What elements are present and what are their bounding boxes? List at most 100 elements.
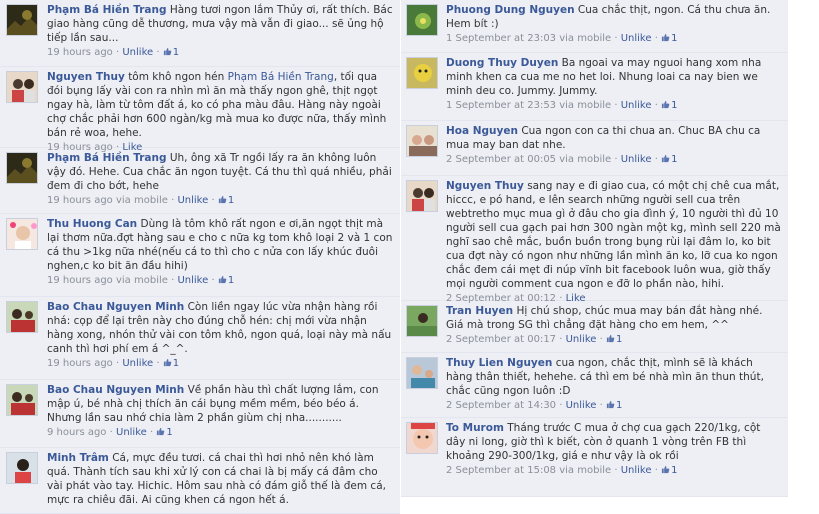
like-unlike-link[interactable]: Unlike (177, 195, 208, 206)
comment-timestamp[interactable]: 9 hours ago (47, 427, 106, 438)
like-unlike-link[interactable]: Unlike (177, 275, 208, 286)
like-unlike-link[interactable]: Unlike (621, 33, 652, 44)
comment-meta: 2 September at 14:30 · Unlike · 1 (446, 400, 623, 411)
comment-item: Thu Huong Can Dùng là tôm khô rất ngon e… (0, 214, 400, 297)
comment-body: Nguyen Thuy sang nay e đi giao cua, có m… (446, 179, 782, 305)
thumbs-up-icon (218, 195, 228, 206)
comment-timestamp[interactable]: 2 September at 14:30 (446, 400, 556, 411)
avatar[interactable] (6, 218, 38, 250)
comment-meta: 19 hours ago via mobile · Unlike · 1 (47, 275, 235, 286)
via-mobile-label: via mobile (115, 275, 168, 286)
comment-author[interactable]: Phạm Bá Hiền Trang (47, 4, 167, 16)
thumbs-up-icon (661, 33, 671, 44)
avatar[interactable] (406, 180, 438, 212)
like-count[interactable]: 1 (671, 100, 677, 111)
comment-body: Thuy Lien Nguyen cua ngon, chắc thịt, mì… (446, 356, 782, 412)
comment-item: To Murom Tháng trước C mua ở chợ cua gạc… (401, 418, 788, 497)
comment-author[interactable]: Bao Chau Nguyen Minh (47, 384, 184, 396)
comment-meta: 2 September at 00:05 via mobile · Unlike… (446, 154, 678, 165)
comment-timestamp[interactable]: 19 hours ago (47, 195, 113, 206)
right-comment-panel: Phuong Dung Nguyen Cua chắc thịt, ngon. … (400, 0, 788, 497)
comment-timestamp[interactable]: 2 September at 00:05 (446, 154, 556, 165)
thumbs-up-icon (606, 400, 616, 411)
comment-author[interactable]: Thu Huong Can (47, 218, 137, 230)
comment-item: Minh Trâm Cá, mực đều tươi. cá chai thì … (0, 448, 400, 514)
comment-author[interactable]: Phuong Dung Nguyen (446, 4, 575, 16)
comment-item: Hoa Nguyen Cua ngon con ca thi chua an. … (401, 121, 788, 176)
like-count[interactable]: 1 (173, 358, 179, 369)
thumbs-up-icon (661, 100, 671, 111)
comment-timestamp[interactable]: 1 September at 23:53 (446, 100, 556, 111)
comment-item: Thuy Lien Nguyen cua ngon, chắc thịt, mì… (401, 353, 788, 418)
comment-author[interactable]: Tran Huyen (446, 305, 513, 317)
comment-author[interactable]: Nguyen Thuy (47, 71, 125, 83)
comment-body: Bao Chau Nguyen Minh Còn liền ngay lúc v… (47, 300, 394, 370)
comment-timestamp[interactable]: 2 September at 15:08 (446, 465, 556, 476)
avatar[interactable] (406, 357, 438, 389)
avatar[interactable] (406, 422, 438, 454)
thumbs-up-icon (661, 465, 671, 476)
like-count[interactable]: 1 (671, 154, 677, 165)
comment-text: sang nay e đi giao cua, có một chị chê c… (446, 180, 781, 290)
comment-timestamp[interactable]: 19 hours ago (47, 275, 113, 286)
comment-author[interactable]: Bao Chau Nguyen Minh (47, 301, 184, 313)
like-count[interactable]: 1 (616, 400, 622, 411)
comment-timestamp[interactable]: 2 September at 00:17 (446, 334, 556, 345)
comment-item: Tran Huyen Hị chú shop, chúc mua may bán… (401, 301, 788, 353)
avatar[interactable] (6, 301, 38, 333)
comment-body: Hoa Nguyen Cua ngon con ca thi chua an. … (446, 124, 782, 166)
comment-body: Nguyen Thuy tôm khô ngon hén Phạm Bá Hiề… (47, 70, 394, 154)
mention-link[interactable]: Phạm Bá Hiền Trang (228, 71, 334, 83)
avatar[interactable] (6, 452, 38, 484)
via-mobile-label: via mobile (559, 33, 612, 44)
like-unlike-link[interactable]: Unlike (621, 154, 652, 165)
avatar[interactable] (6, 384, 38, 416)
thumbs-up-icon (606, 334, 616, 345)
avatar[interactable] (6, 71, 38, 103)
comment-body: Phuong Dung Nguyen Cua chắc thịt, ngon. … (446, 3, 782, 45)
like-count[interactable]: 1 (616, 334, 622, 345)
like-unlike-link[interactable]: Unlike (116, 427, 147, 438)
via-mobile-label: via mobile (559, 465, 612, 476)
like-unlike-link[interactable]: Unlike (122, 358, 153, 369)
comment-body: Phạm Bá Hiền Trang Uh, ông xã Tr ngồi lấ… (47, 151, 394, 207)
avatar[interactable] (406, 4, 438, 36)
like-count[interactable]: 1 (228, 195, 234, 206)
comment-timestamp[interactable]: 1 September at 23:03 (446, 33, 556, 44)
comment-timestamp[interactable]: 19 hours ago (47, 47, 113, 58)
comment-item: Nguyen Thuy tôm khô ngon hén Phạm Bá Hiề… (0, 67, 400, 153)
comment-body: Thu Huong Can Dùng là tôm khô rất ngon e… (47, 217, 394, 287)
left-comment-panel: Phạm Bá Hiền Trang Hàng tươi ngon lắm Th… (0, 0, 400, 514)
via-mobile-label: via mobile (559, 100, 612, 111)
like-count[interactable]: 1 (166, 427, 172, 438)
thumbs-up-icon (218, 275, 228, 286)
like-count[interactable]: 1 (228, 275, 234, 286)
like-unlike-link[interactable]: Unlike (621, 100, 652, 111)
avatar[interactable] (406, 57, 438, 89)
comment-author[interactable]: Phạm Bá Hiền Trang (47, 152, 167, 164)
comment-timestamp[interactable]: 19 hours ago (47, 358, 113, 369)
comment-author[interactable]: Thuy Lien Nguyen (446, 357, 552, 369)
comment-meta: 19 hours ago via mobile · Unlike · 1 (47, 195, 235, 206)
avatar[interactable] (406, 125, 438, 157)
comment-body: Tran Huyen Hị chú shop, chúc mua may bán… (446, 304, 782, 346)
comment-meta: 2 September at 15:08 via mobile · Unlike… (446, 465, 678, 476)
comment-meta: 1 September at 23:03 via mobile · Unlike… (446, 33, 678, 44)
like-count[interactable]: 1 (173, 47, 179, 58)
comment-item: Nguyen Thuy sang nay e đi giao cua, có m… (401, 176, 788, 304)
avatar[interactable] (406, 305, 438, 337)
comment-author[interactable]: To Murom (446, 422, 504, 434)
avatar[interactable] (6, 4, 38, 36)
like-count[interactable]: 1 (671, 33, 677, 44)
like-unlike-link[interactable]: Unlike (122, 47, 153, 58)
like-unlike-link[interactable]: Unlike (566, 334, 597, 345)
comment-author[interactable]: Duong Thuy Duyen (446, 57, 558, 69)
comment-author[interactable]: Nguyen Thuy (446, 180, 524, 192)
like-unlike-link[interactable]: Unlike (566, 400, 597, 411)
avatar[interactable] (6, 152, 38, 184)
comment-author[interactable]: Hoa Nguyen (446, 125, 518, 137)
like-count[interactable]: 1 (671, 465, 677, 476)
comment-item: Phạm Bá Hiền Trang Hàng tươi ngon lắm Th… (0, 0, 400, 67)
comment-author[interactable]: Minh Trâm (47, 452, 109, 464)
like-unlike-link[interactable]: Unlike (621, 465, 652, 476)
